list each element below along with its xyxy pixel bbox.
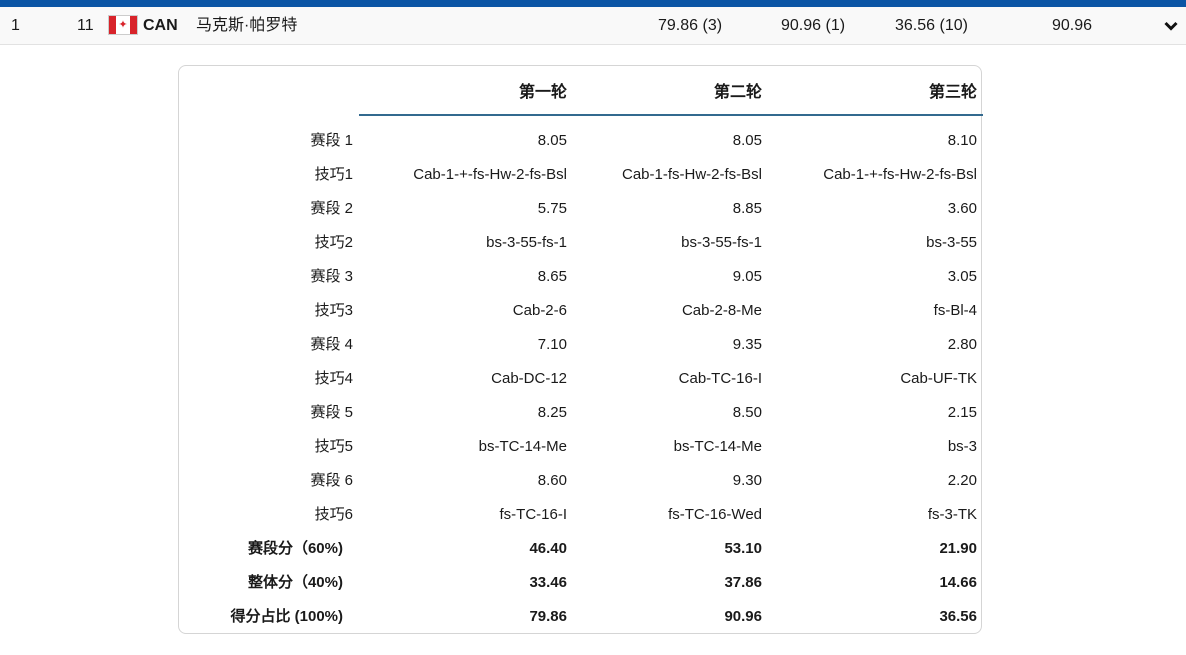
flag-red-band-left (109, 16, 116, 34)
cell-run2: 8.50 (732, 404, 762, 421)
table-row: 技巧4 Cab-DC-12 Cab-TC-16-I Cab-UF-TK (179, 362, 983, 396)
table-row: 赛段 4 7.10 9.35 2.80 (179, 328, 983, 362)
row-label: 赛段 2 (310, 200, 353, 217)
cell-run3: bs-3-55 (926, 234, 977, 251)
cell-run3: 21.90 (939, 540, 977, 557)
cell-run3: Cab-1-+-fs-Hw-2-fs-Bsl (823, 166, 977, 183)
row-label: 技巧3 (314, 302, 353, 319)
cell-run3: 2.80 (947, 336, 977, 353)
cell-run3: 2.20 (947, 472, 977, 489)
table-row: 赛段 5 8.25 8.50 2.15 (179, 396, 983, 430)
cell-run2: 8.05 (732, 132, 762, 149)
bib-number: 11 (77, 17, 94, 34)
cell-run3: 3.60 (947, 200, 977, 217)
cell-run2: Cab-2-8-Me (681, 302, 762, 319)
row-label: 整体分（40%) (247, 574, 343, 591)
canada-flag-icon: ✦ (108, 15, 138, 35)
row-label: 技巧6 (314, 506, 353, 523)
run2-score: 90.96 (1) (781, 17, 846, 34)
best-score: 90.96 (1052, 17, 1093, 34)
table-row: 技巧1 Cab-1-+-fs-Hw-2-fs-Bsl Cab-1-fs-Hw-2-f… (179, 158, 983, 192)
cell-run3: bs-3 (947, 438, 977, 455)
detail-table-header: 第一轮 第二轮 第三轮 (359, 66, 983, 116)
run-detail-panel: 第一轮 第二轮 第三轮 赛段 1 8.05 8.05 8.10 技巧1 Cab-1-+-f… (178, 65, 983, 634)
row-label: 技巧2 (314, 234, 353, 251)
cell-run2: Cab-TC-16-I (678, 370, 762, 387)
cell-run1: bs-TC-14-Me (478, 438, 567, 455)
cell-run1: 46.40 (529, 540, 567, 557)
cell-run2: 9.05 (732, 268, 762, 285)
cell-run2: Cab-1-fs-Hw-2-fs-Bsl (621, 166, 762, 183)
table-row: 赛段 3 8.65 9.05 3.05 (179, 260, 983, 294)
cell-run1: bs-3-55-fs-1 (486, 234, 567, 251)
row-label: 赛段 4 (310, 336, 353, 353)
cell-run2: 9.35 (732, 336, 762, 353)
top-accent-bar (0, 0, 1186, 7)
table-row: 赛段 6 8.60 9.30 2.20 (179, 464, 983, 498)
cell-run1: 8.65 (537, 268, 567, 285)
summary-row: 得分占比 (100%) 79.86 90.96 36.56 (179, 600, 983, 634)
run1-score: 79.86 (3) (658, 17, 723, 34)
row-label: 技巧5 (314, 438, 353, 455)
cell-run1: Cab-DC-12 (491, 370, 567, 387)
row-label: 赛段 6 (310, 472, 353, 489)
athlete-name[interactable]: 马克斯·帕罗特 (196, 7, 297, 44)
row-label: 技巧1 (314, 166, 353, 183)
row-label: 技巧4 (314, 370, 353, 387)
cell-run1: Cab-2-6 (512, 302, 567, 319)
cell-run3: 14.66 (939, 574, 977, 591)
cell-run1: Cab-1-+-fs-Hw-2-fs-Bsl (413, 166, 567, 183)
run3-score: 36.56 (10) (895, 17, 968, 34)
row-label: 赛段 3 (310, 268, 353, 285)
maple-leaf-icon: ✦ (118, 18, 128, 31)
cell-run2: bs-TC-14-Me (673, 438, 762, 455)
cell-run2: bs-3-55-fs-1 (681, 234, 762, 251)
table-row: 技巧5 bs-TC-14-Me bs-TC-14-Me bs-3 (179, 430, 983, 464)
table-row: 赛段 1 8.05 8.05 8.10 (179, 124, 983, 158)
summary-row: 整体分（40%) 33.46 37.86 14.66 (179, 566, 983, 600)
column-header-run1: 第一轮 (518, 84, 567, 101)
cell-run1: 8.60 (537, 472, 567, 489)
row-label: 得分占比 (100%) (230, 608, 343, 625)
cell-run3: fs-Bl-4 (933, 302, 977, 319)
cell-run2: 37.86 (724, 574, 762, 591)
cell-run1: 8.05 (537, 132, 567, 149)
cell-run2: 8.85 (732, 200, 762, 217)
chevron-down-icon[interactable] (1163, 7, 1179, 44)
cell-run2: 53.10 (724, 540, 762, 557)
cell-run1: 33.46 (529, 574, 567, 591)
table-row: 赛段 2 5.75 8.85 3.60 (179, 192, 983, 226)
table-row: 技巧2 bs-3-55-fs-1 bs-3-55-fs-1 bs-3-55 (179, 226, 983, 260)
athlete-result-row[interactable]: 1 11 ✦ CAN 马克斯·帕罗特 79.86 (3) 90.96 (1) 3… (0, 7, 1186, 45)
cell-run1: fs-TC-16-I (499, 506, 568, 523)
cell-run3: 2.15 (947, 404, 977, 421)
cell-run3: Cab-UF-TK (900, 370, 977, 387)
row-label: 赛段 1 (310, 132, 353, 149)
row-label: 赛段 5 (310, 404, 353, 421)
table-row: 技巧6 fs-TC-16-I fs-TC-16-Wed fs-3-TK (179, 498, 983, 532)
table-row: 技巧3 Cab-2-6 Cab-2-8-Me fs-Bl-4 (179, 294, 983, 328)
cell-run3: 36.56 (939, 608, 977, 625)
rank: 1 (11, 17, 20, 34)
cell-run2: 9.30 (732, 472, 762, 489)
cell-run1: 79.86 (529, 608, 567, 625)
cell-run3: fs-3-TK (927, 506, 977, 523)
summary-row: 赛段分（60%) 46.40 53.10 21.90 (179, 532, 983, 566)
column-header-run2: 第二轮 (713, 84, 762, 101)
cell-run2: 90.96 (724, 608, 762, 625)
cell-run1: 5.75 (537, 200, 567, 217)
cell-run1: 7.10 (537, 336, 567, 353)
cell-run1: 8.25 (537, 404, 567, 421)
cell-run2: fs-TC-16-Wed (668, 506, 762, 523)
cell-run3: 8.10 (947, 132, 977, 149)
flag-red-band-right (130, 16, 137, 34)
column-header-run3: 第三轮 (928, 84, 977, 101)
row-label: 赛段分（60%) (247, 540, 343, 557)
cell-run3: 3.05 (947, 268, 977, 285)
country-code: CAN (143, 17, 178, 34)
